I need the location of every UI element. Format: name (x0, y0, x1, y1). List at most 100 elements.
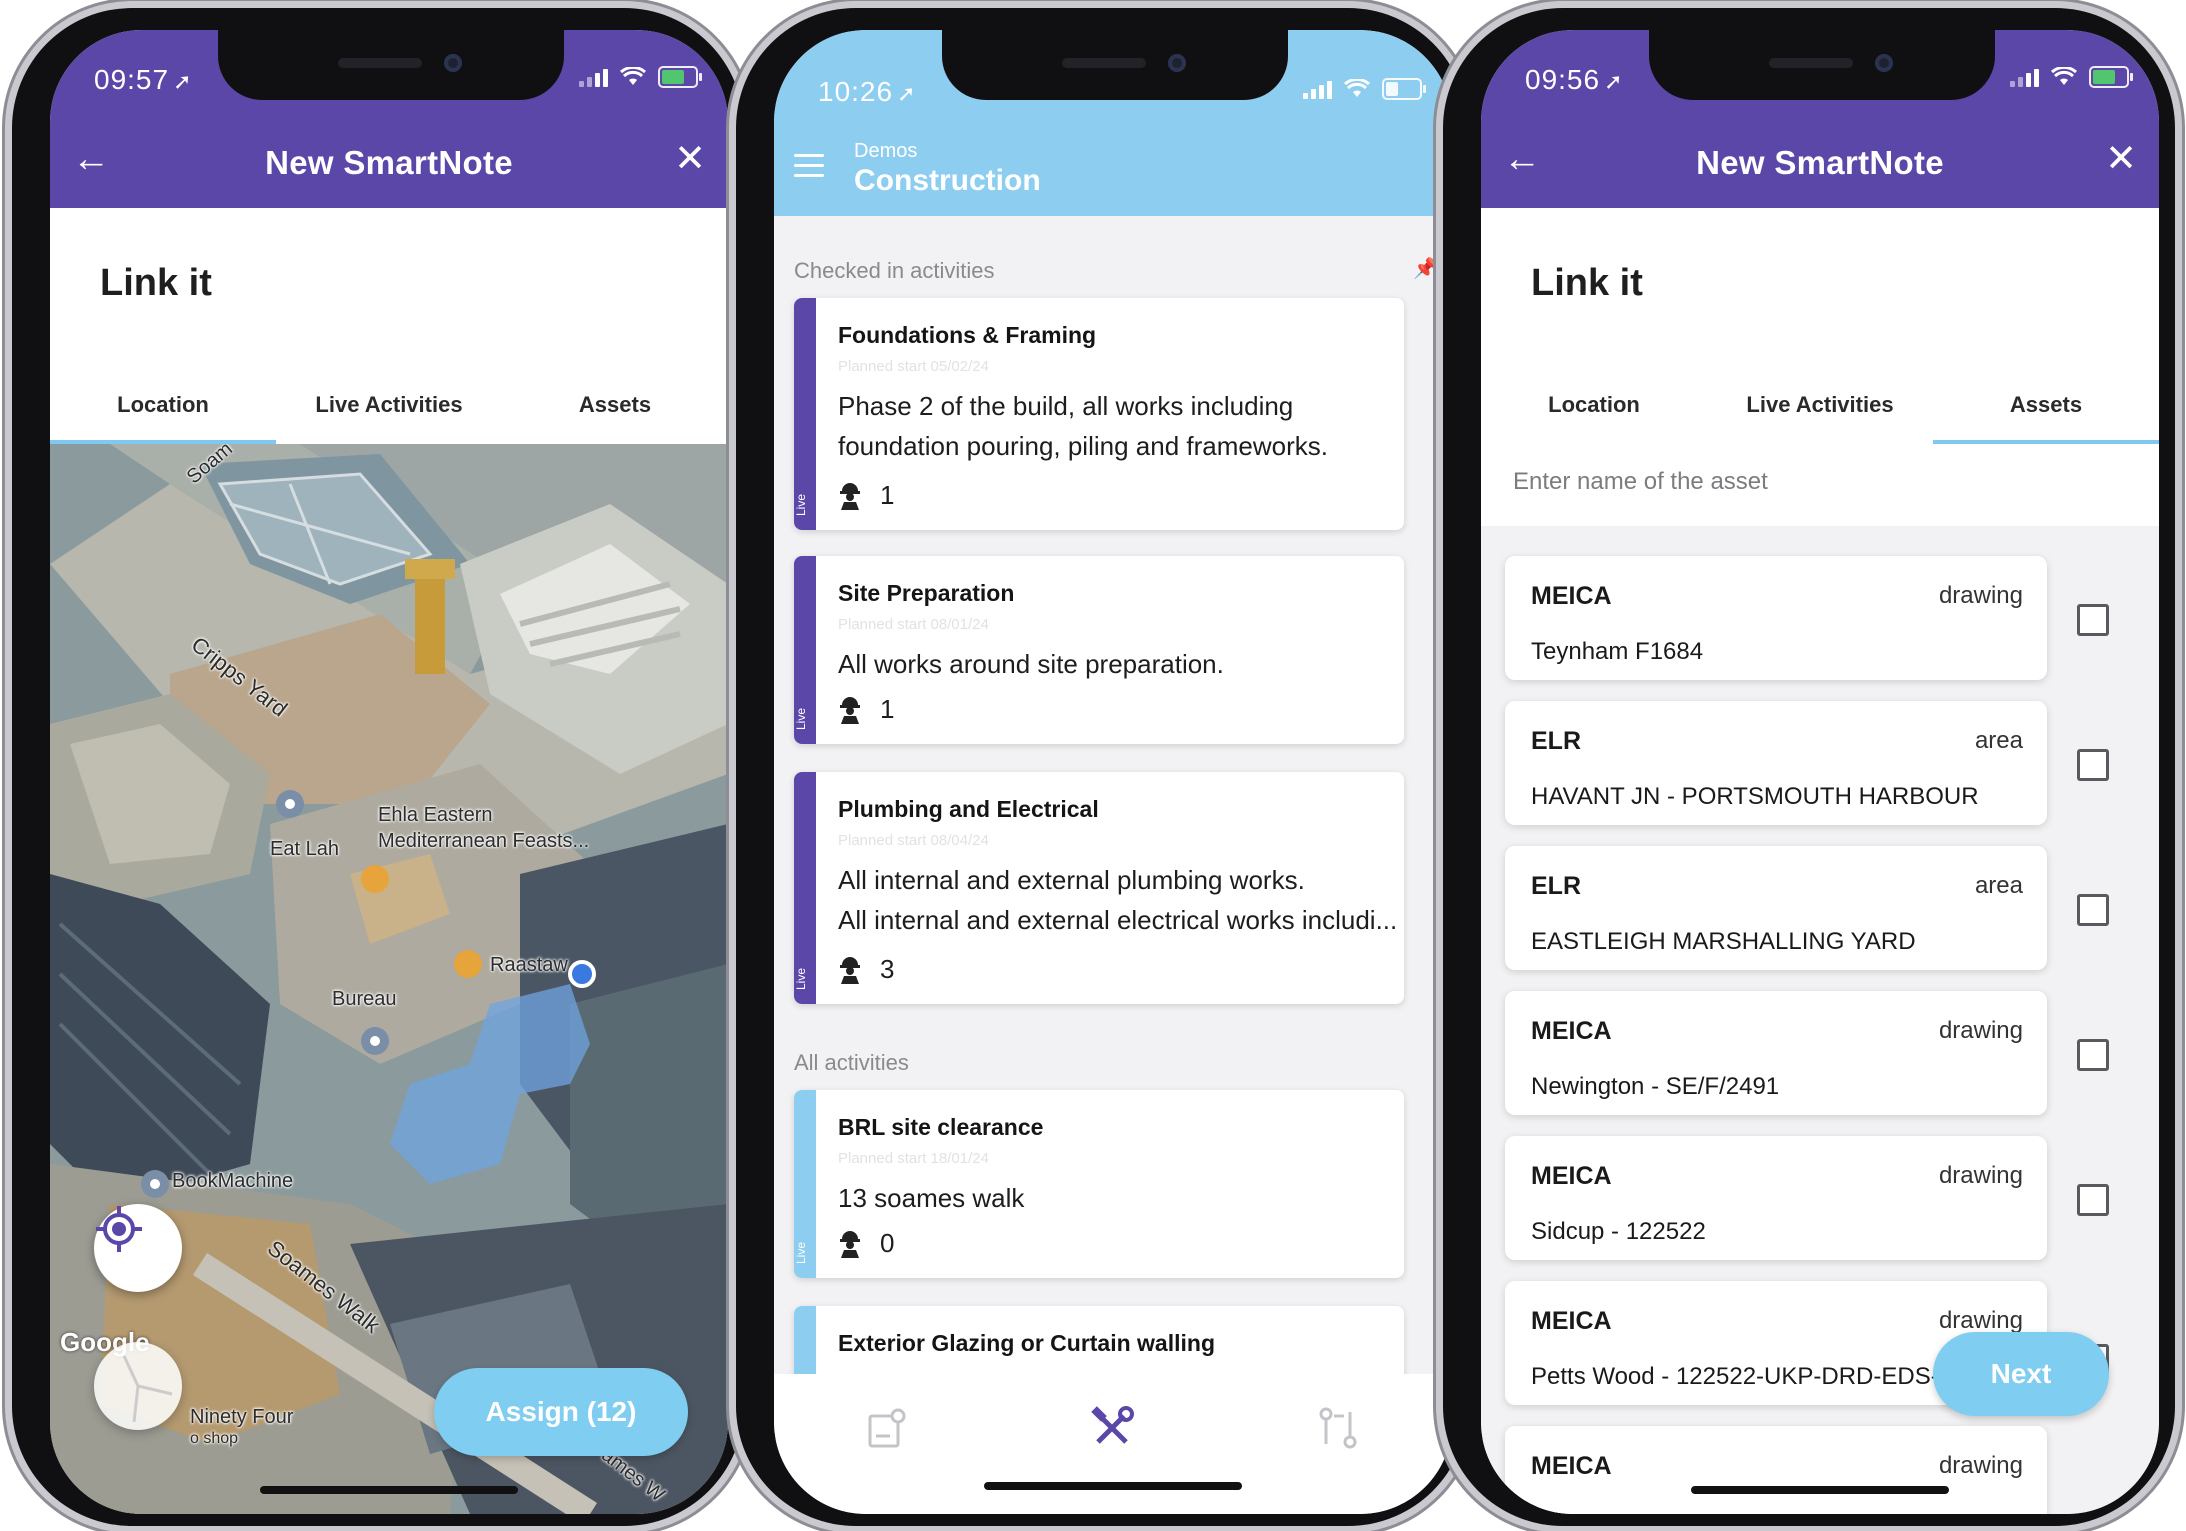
asset-checkbox[interactable] (2077, 749, 2109, 781)
asset-search-input[interactable] (1505, 456, 2139, 496)
planned-start: Planned start 08/01/24 (838, 616, 989, 633)
activity-title: BRL site clearance (838, 1114, 1044, 1140)
asset-kind: drawing (1938, 1452, 2023, 1479)
asset-name: Sidcup - 122522 (1531, 1218, 1706, 1245)
asset-kind: drawing (1938, 1017, 2023, 1044)
header-title: Construction (854, 164, 1041, 197)
tab-location[interactable]: Location (1481, 374, 1707, 444)
asset-card[interactable]: ELR area EASTLEIGH MARSHALLING YARD (1505, 846, 2047, 970)
tab-live-activities[interactable]: Live Activities (276, 374, 502, 444)
close-icon[interactable]: ✕ (674, 136, 706, 181)
page-title: Link it (1531, 262, 1643, 304)
asset-search-field[interactable] (1505, 456, 2139, 529)
asset-name: HAVANT JN - PORTSMOUTH HARBOUR (1531, 783, 1979, 810)
worker-icon (840, 696, 860, 724)
asset-kind: drawing (1938, 582, 2023, 609)
phone-location: ← New SmartNote ✕ 09:57 ➚ Link it Locatio… (12, 8, 744, 1526)
next-button[interactable]: Next (1933, 1332, 2109, 1416)
map-label: Ninety Four (190, 1406, 294, 1428)
wifi-icon (2051, 67, 2077, 85)
asset-type: MEICA (1531, 1307, 1612, 1335)
activities-list[interactable]: Checked in activities 📌 Live Foundations… (774, 216, 1452, 1374)
worker-count: 0 (838, 1228, 894, 1259)
header-title: New SmartNote (1696, 144, 1944, 181)
asset-checkbox[interactable] (2077, 894, 2109, 926)
satellite-map[interactable]: Soam Cripps Yard Ehla Eastern Mediterran… (50, 444, 728, 1514)
asset-name: EASTLEIGH MARSHALLING YARD (1531, 928, 1916, 955)
activity-card[interactable]: Live Site Preparation Planned start 08/0… (794, 556, 1404, 744)
asset-kind: area (1974, 727, 2023, 754)
asset-type: MEICA (1531, 1017, 1612, 1045)
map-label: BookMachine (172, 1170, 294, 1192)
header-title: New SmartNote (265, 144, 513, 181)
activity-title: Plumbing and Electrical (838, 796, 1099, 822)
live-tag: Live (794, 1241, 808, 1264)
activity-card[interactable]: Exterior Glazing or Curtain walling (794, 1306, 1404, 1374)
map-pin-icon (276, 790, 304, 818)
battery-icon (658, 66, 702, 88)
current-location-dot (568, 960, 596, 988)
cellular-signal-icon (2010, 67, 2039, 87)
battery-icon (1382, 78, 1426, 100)
tab-bar: Location Live Activities Assets (50, 374, 728, 444)
activity-card[interactable]: Live Foundations & Framing Planned start… (794, 298, 1404, 530)
page-title: Link it (100, 262, 212, 304)
asset-kind: area (1974, 872, 2023, 899)
activity-description: All works around site preparation. (838, 649, 1224, 679)
map-pin-icon (361, 865, 389, 893)
asset-checkbox[interactable] (2077, 604, 2109, 636)
worker-icon (840, 482, 860, 510)
activity-description: All internal and external electrical wor… (838, 905, 1398, 935)
hamburger-menu-icon[interactable] (794, 154, 824, 184)
asset-card[interactable]: ELR area HAVANT JN - PORTSMOUTH HARBOUR (1505, 701, 2047, 825)
phone-activities: Demos Construction 10:26 ➚ Checked in act… (736, 8, 1468, 1526)
activity-description: Phase 2 of the build, all works includin… (838, 391, 1294, 421)
worker-icon (840, 956, 860, 984)
tab-live-activities[interactable]: Live Activities (1707, 374, 1933, 444)
pin-icon[interactable]: 📌 (1413, 256, 1438, 281)
live-tag: Live (794, 967, 808, 990)
tab-assets[interactable]: Assets (502, 374, 728, 444)
notes-icon[interactable] (862, 1404, 910, 1452)
cellular-signal-icon (579, 67, 608, 87)
asset-kind: drawing (1938, 1162, 2023, 1189)
map-pin-icon (454, 950, 482, 978)
tools-icon[interactable] (1088, 1404, 1136, 1452)
activity-card[interactable]: Live BRL site clearance Planned start 18… (794, 1090, 1404, 1278)
workflow-icon[interactable] (1314, 1404, 1362, 1452)
notch (218, 30, 564, 100)
asset-type: ELR (1531, 872, 1581, 900)
activity-card[interactable]: Live Plumbing and Electrical Planned sta… (794, 772, 1404, 1004)
status-time: 09:56 ➚ (1525, 64, 1624, 95)
tab-assets[interactable]: Assets (1933, 374, 2159, 444)
section-all-activities: All activities (794, 1050, 909, 1075)
compass-button[interactable] (94, 1342, 182, 1430)
asset-checkbox[interactable] (2077, 1184, 2109, 1216)
screen: ← New SmartNote ✕ 09:57 ➚ Link it Locatio… (50, 30, 728, 1514)
worker-count: 3 (838, 954, 894, 985)
home-indicator (1691, 1486, 1949, 1494)
activity-description: foundation pouring, piling and framework… (838, 431, 1328, 461)
compass-icon (122, 1355, 173, 1423)
close-icon[interactable]: ✕ (2105, 136, 2137, 181)
recenter-location-button[interactable] (94, 1204, 182, 1292)
gps-target-icon (96, 1206, 142, 1252)
activity-title: Site Preparation (838, 580, 1015, 606)
asset-checkbox[interactable] (2077, 1039, 2109, 1071)
live-tag: Live (794, 493, 808, 516)
map-label: Bureau (332, 988, 397, 1010)
bottom-navigation (774, 1374, 1452, 1514)
asset-card[interactable]: MEICA drawing Teynham F1684 (1505, 556, 2047, 680)
asset-card[interactable]: MEICA drawing Sidcup - 122522 (1505, 1136, 2047, 1260)
asset-card[interactable]: MEICA drawing (1505, 1426, 2047, 1514)
assign-button[interactable]: Assign (12) (434, 1368, 688, 1456)
tab-location[interactable]: Location (50, 374, 276, 444)
tab-bar: Location Live Activities Assets (1481, 374, 2159, 444)
map-label: Eat Lah (270, 838, 339, 860)
asset-card[interactable]: MEICA drawing Newington - SE/F/2491 (1505, 991, 2047, 1115)
worker-count: 1 (838, 694, 894, 725)
phone-assets: ← New SmartNote ✕ 09:56 ➚ Link it Locatio… (1443, 8, 2175, 1526)
worker-icon (840, 1230, 860, 1258)
activity-description: All internal and external plumbing works… (838, 865, 1305, 895)
asset-kind: drawing (1938, 1307, 2023, 1334)
